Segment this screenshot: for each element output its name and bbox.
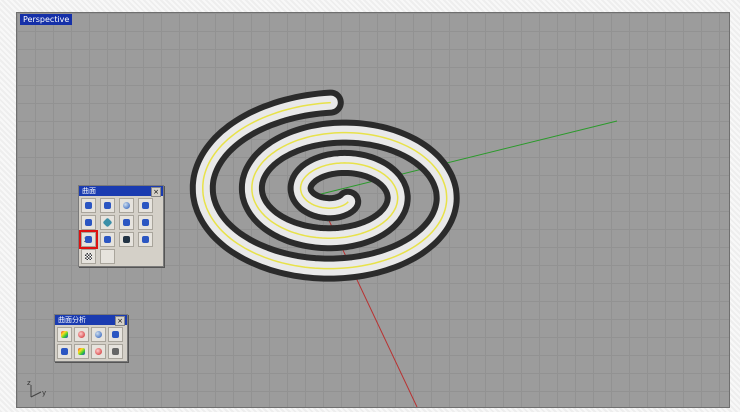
curvature-analysis-icon[interactable] bbox=[74, 327, 89, 342]
rail-revolve-icon[interactable] bbox=[119, 232, 134, 247]
surface-toolbar[interactable]: 曲面 × 2 bbox=[78, 185, 164, 267]
tool-label: 2 bbox=[84, 237, 88, 244]
emap-icon[interactable] bbox=[74, 344, 89, 359]
surface-analysis-toolbar-titlebar[interactable]: 曲面分析 × bbox=[55, 315, 127, 326]
surface-tool-grid: 2 bbox=[79, 196, 163, 266]
empty-slot bbox=[100, 249, 115, 264]
patch-icon[interactable] bbox=[100, 232, 115, 247]
plane-grid-icon[interactable] bbox=[81, 249, 96, 264]
zebra-analysis-icon[interactable] bbox=[57, 327, 72, 342]
surface-analysis-tool-grid bbox=[55, 325, 127, 361]
loft-icon[interactable] bbox=[119, 215, 134, 230]
close-icon[interactable]: × bbox=[115, 316, 125, 326]
edge-analysis-icon[interactable] bbox=[91, 344, 106, 359]
surface-box-icon[interactable] bbox=[100, 198, 115, 213]
edge-surface-icon[interactable] bbox=[138, 198, 153, 213]
surface-analysis-toolbar-title: 曲面分析 bbox=[58, 316, 86, 324]
axis-z-label: z bbox=[27, 379, 31, 387]
direction-icon[interactable] bbox=[57, 344, 72, 359]
surface-analysis-toolbar[interactable]: 曲面分析 × bbox=[54, 314, 128, 362]
viewport-title[interactable]: Perspective bbox=[20, 14, 73, 25]
surface-toolbar-titlebar[interactable]: 曲面 × bbox=[79, 186, 163, 197]
network-surface-icon[interactable] bbox=[138, 232, 153, 247]
revolve-icon[interactable] bbox=[138, 215, 153, 230]
surface-toolbar-title: 曲面 bbox=[82, 187, 96, 195]
environment-map-icon[interactable] bbox=[91, 327, 106, 342]
extrude-icon[interactable] bbox=[100, 215, 115, 230]
draft-angle-icon[interactable] bbox=[108, 327, 123, 342]
spiral-model[interactable] bbox=[189, 89, 460, 282]
sweep-two-rails-icon[interactable]: 2 bbox=[79, 230, 98, 249]
close-icon[interactable]: × bbox=[151, 187, 161, 197]
gumball-icon[interactable] bbox=[108, 344, 123, 359]
sphere-icon[interactable] bbox=[119, 198, 134, 213]
axis-y-label: y bbox=[42, 389, 46, 397]
sweep-icon[interactable] bbox=[81, 215, 96, 230]
axis-widget: z y bbox=[27, 379, 46, 398]
surface-from-points-icon[interactable] bbox=[81, 198, 96, 213]
